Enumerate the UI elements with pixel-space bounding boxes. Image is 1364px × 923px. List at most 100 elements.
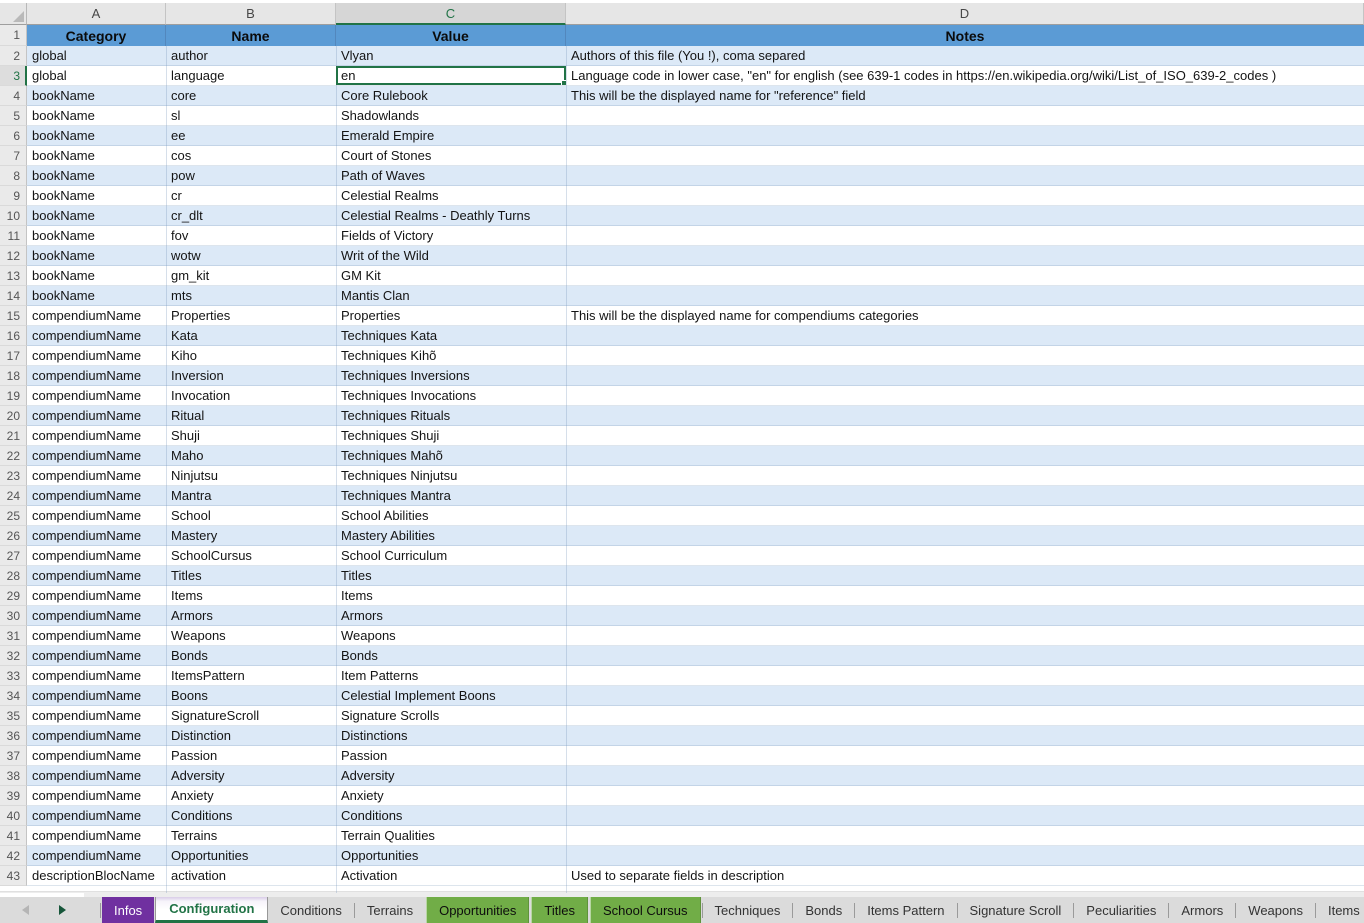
cell-B7[interactable]: cos [166, 146, 336, 166]
cell-C8[interactable]: Path of Waves [336, 166, 566, 186]
prev-sheet-arrow-icon[interactable] [22, 905, 29, 915]
row-header-1[interactable]: 1 [0, 25, 27, 46]
cell-D31[interactable] [566, 626, 1364, 646]
cell-C31[interactable]: Weapons [336, 626, 566, 646]
cell-A20[interactable]: compendiumName [27, 406, 166, 426]
cell-C41[interactable]: Terrain Qualities [336, 826, 566, 846]
sheet-tab-terrains[interactable]: Terrains [355, 897, 425, 923]
cell-A39[interactable]: compendiumName [27, 786, 166, 806]
cell-C17[interactable]: Techniques Kihõ [336, 346, 566, 366]
sheet-tab-school-cursus[interactable]: School Cursus [590, 897, 701, 923]
row-header-9[interactable]: 9 [0, 186, 27, 206]
column-header-A[interactable]: A [27, 3, 166, 25]
cell-C36[interactable]: Distinctions [336, 726, 566, 746]
column-header-D[interactable]: D [566, 3, 1364, 25]
cell-B41[interactable]: Terrains [166, 826, 336, 846]
cell-C32[interactable]: Bonds [336, 646, 566, 666]
cell-A4[interactable]: bookName [27, 86, 166, 106]
cell-B17[interactable]: Kiho [166, 346, 336, 366]
cell-A13[interactable]: bookName [27, 266, 166, 286]
sheet-tab-conditions[interactable]: Conditions [268, 897, 353, 923]
row-header-39[interactable]: 39 [0, 786, 27, 806]
cell-B12[interactable]: wotw [166, 246, 336, 266]
row-header-24[interactable]: 24 [0, 486, 27, 506]
cell-C20[interactable]: Techniques Rituals [336, 406, 566, 426]
cell-D29[interactable] [566, 586, 1364, 606]
cell-D39[interactable] [566, 786, 1364, 806]
sheet-tab-bonds[interactable]: Bonds [793, 897, 854, 923]
cell-B5[interactable]: sl [166, 106, 336, 126]
cell-B37[interactable]: Passion [166, 746, 336, 766]
row-header-33[interactable]: 33 [0, 666, 27, 686]
cell-D35[interactable] [566, 706, 1364, 726]
cell-D12[interactable] [566, 246, 1364, 266]
cell-A41[interactable]: compendiumName [27, 826, 166, 846]
cell-A36[interactable]: compendiumName [27, 726, 166, 746]
cell-C12[interactable]: Writ of the Wild [336, 246, 566, 266]
cell-B35[interactable]: SignatureScroll [166, 706, 336, 726]
cell-B20[interactable]: Ritual [166, 406, 336, 426]
cell-B23[interactable]: Ninjutsu [166, 466, 336, 486]
row-header-14[interactable]: 14 [0, 286, 27, 306]
cell-B14[interactable]: mts [166, 286, 336, 306]
cell-D6[interactable] [566, 126, 1364, 146]
cell-A34[interactable]: compendiumName [27, 686, 166, 706]
cell-C10[interactable]: Celestial Realms - Deathly Turns [336, 206, 566, 226]
cell-B1[interactable]: Name [166, 25, 336, 46]
cell-D14[interactable] [566, 286, 1364, 306]
cell-D9[interactable] [566, 186, 1364, 206]
cell-A37[interactable]: compendiumName [27, 746, 166, 766]
cell-A6[interactable]: bookName [27, 126, 166, 146]
row-header-21[interactable]: 21 [0, 426, 27, 446]
row-header-36[interactable]: 36 [0, 726, 27, 746]
cell-A32[interactable]: compendiumName [27, 646, 166, 666]
sheet-tab-techniques[interactable]: Techniques [703, 897, 793, 923]
cell-D16[interactable] [566, 326, 1364, 346]
cell-B6[interactable]: ee [166, 126, 336, 146]
cell-C30[interactable]: Armors [336, 606, 566, 626]
sheet-tab-infos[interactable]: Infos [102, 897, 154, 923]
row-header-29[interactable]: 29 [0, 586, 27, 606]
cell-B33[interactable]: ItemsPattern [166, 666, 336, 686]
cell-D8[interactable] [566, 166, 1364, 186]
cell-B36[interactable]: Distinction [166, 726, 336, 746]
column-header-C[interactable]: C [336, 3, 566, 25]
sheet-tab-titles[interactable]: Titles [531, 897, 588, 923]
cell-A15[interactable]: compendiumName [27, 306, 166, 326]
cell-B25[interactable]: School [166, 506, 336, 526]
cell-A10[interactable]: bookName [27, 206, 166, 226]
cell-C43[interactable]: Activation [336, 866, 566, 886]
cell-C19[interactable]: Techniques Invocations [336, 386, 566, 406]
cell-A42[interactable]: compendiumName [27, 846, 166, 866]
cell-B19[interactable]: Invocation [166, 386, 336, 406]
cell-D19[interactable] [566, 386, 1364, 406]
cell-D21[interactable] [566, 426, 1364, 446]
row-header-35[interactable]: 35 [0, 706, 27, 726]
row-header-25[interactable]: 25 [0, 506, 27, 526]
cell-D20[interactable] [566, 406, 1364, 426]
cell-D26[interactable] [566, 526, 1364, 546]
cell-C24[interactable]: Techniques Mantra [336, 486, 566, 506]
cell-B16[interactable]: Kata [166, 326, 336, 346]
cell-B9[interactable]: cr [166, 186, 336, 206]
cell-A1[interactable]: Category [27, 25, 166, 46]
sheet-tab-weapons[interactable]: Weapons [1236, 897, 1315, 923]
row-header-43[interactable]: 43 [0, 866, 27, 886]
cell-C39[interactable]: Anxiety [336, 786, 566, 806]
cell-B22[interactable]: Maho [166, 446, 336, 466]
row-header-41[interactable]: 41 [0, 826, 27, 846]
row-header-7[interactable]: 7 [0, 146, 27, 166]
cell-B21[interactable]: Shuji [166, 426, 336, 446]
cell-A26[interactable]: compendiumName [27, 526, 166, 546]
cell-C3[interactable]: en [336, 66, 566, 86]
cell-D43[interactable]: Used to separate fields in description [566, 866, 1364, 886]
cell-D32[interactable] [566, 646, 1364, 666]
cell-D23[interactable] [566, 466, 1364, 486]
select-all-corner[interactable] [0, 3, 27, 25]
cell-C23[interactable]: Techniques Ninjutsu [336, 466, 566, 486]
row-header-8[interactable]: 8 [0, 166, 27, 186]
row-header-42[interactable]: 42 [0, 846, 27, 866]
row-header-10[interactable]: 10 [0, 206, 27, 226]
column-header-B[interactable]: B [166, 3, 336, 25]
cell-D42[interactable] [566, 846, 1364, 866]
